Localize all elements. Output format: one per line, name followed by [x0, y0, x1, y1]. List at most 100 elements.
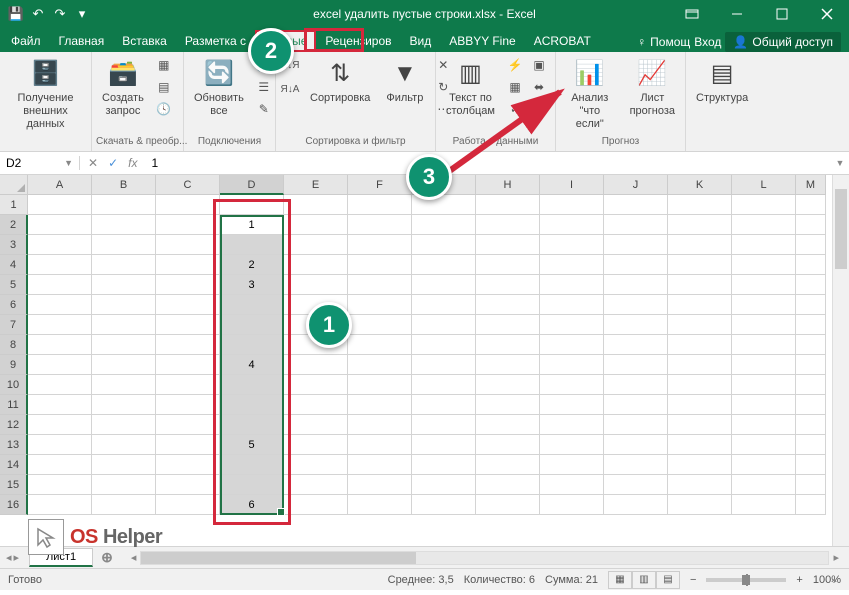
close-icon[interactable]	[804, 0, 849, 28]
row-header[interactable]: 12	[0, 415, 28, 435]
cell[interactable]	[92, 295, 156, 315]
horizontal-scrollbar[interactable]: ◂ ▸	[127, 551, 843, 565]
cell[interactable]	[220, 195, 284, 215]
cell[interactable]	[412, 495, 476, 515]
relationships-icon[interactable]: ⬌	[529, 77, 549, 97]
cell[interactable]: 6	[220, 495, 284, 515]
cell[interactable]	[348, 375, 412, 395]
cell[interactable]	[348, 195, 412, 215]
cell[interactable]	[668, 215, 732, 235]
cell[interactable]	[348, 315, 412, 335]
cell[interactable]	[92, 235, 156, 255]
cell[interactable]	[92, 195, 156, 215]
share-button[interactable]: 👤 Общий доступ	[725, 32, 841, 52]
cell[interactable]	[604, 375, 668, 395]
cell[interactable]	[348, 415, 412, 435]
cell[interactable]	[604, 195, 668, 215]
cell[interactable]	[156, 355, 220, 375]
row-header[interactable]: 7	[0, 315, 28, 335]
consolidate-icon[interactable]: ▣	[529, 55, 549, 75]
cell[interactable]	[476, 275, 540, 295]
cell[interactable]	[604, 395, 668, 415]
cell[interactable]	[92, 355, 156, 375]
cell[interactable]	[796, 315, 826, 335]
cell[interactable]	[220, 235, 284, 255]
cell[interactable]	[796, 295, 826, 315]
cell[interactable]	[668, 295, 732, 315]
formula-expand-icon[interactable]: ▼	[831, 158, 849, 168]
row-header[interactable]: 14	[0, 455, 28, 475]
cell[interactable]	[348, 435, 412, 455]
cell[interactable]	[732, 455, 796, 475]
cell[interactable]	[220, 315, 284, 335]
cell[interactable]	[604, 335, 668, 355]
view-normal-icon[interactable]: ▦	[608, 571, 632, 589]
cell[interactable]	[732, 375, 796, 395]
cell[interactable]	[476, 475, 540, 495]
cell[interactable]	[604, 215, 668, 235]
cell[interactable]	[732, 435, 796, 455]
cell[interactable]	[412, 255, 476, 275]
cell[interactable]	[540, 495, 604, 515]
cell[interactable]	[284, 375, 348, 395]
name-box[interactable]: D2 ▼	[0, 156, 80, 170]
cell[interactable]	[92, 455, 156, 475]
col-header[interactable]: D	[220, 175, 284, 195]
cell[interactable]	[412, 395, 476, 415]
cell[interactable]	[796, 395, 826, 415]
tab-acrobat[interactable]: ACROBAT	[525, 30, 600, 52]
cell[interactable]	[540, 335, 604, 355]
cell[interactable]	[156, 335, 220, 355]
cell[interactable]	[28, 275, 92, 295]
col-header[interactable]: J	[604, 175, 668, 195]
col-header[interactable]: E	[284, 175, 348, 195]
select-all-button[interactable]	[0, 175, 28, 195]
cell[interactable]	[540, 215, 604, 235]
cell[interactable]	[732, 295, 796, 315]
save-icon[interactable]: 💾	[8, 6, 24, 22]
scrollbar-thumb[interactable]	[141, 552, 416, 564]
vertical-scrollbar[interactable]	[832, 175, 849, 546]
cell[interactable]	[476, 455, 540, 475]
from-table-icon[interactable]: ▤	[154, 77, 174, 97]
manage-data-model-icon[interactable]: ◫	[529, 99, 549, 119]
cell[interactable]	[412, 275, 476, 295]
cell[interactable]	[92, 315, 156, 335]
cell[interactable]	[28, 355, 92, 375]
col-header[interactable]: L	[732, 175, 796, 195]
cell[interactable]	[476, 255, 540, 275]
cell[interactable]	[540, 315, 604, 335]
cell[interactable]	[412, 435, 476, 455]
cell[interactable]	[476, 415, 540, 435]
data-validation-icon[interactable]: ✓	[505, 99, 525, 119]
zoom-slider[interactable]	[706, 578, 786, 582]
cell[interactable]	[348, 295, 412, 315]
cell[interactable]	[284, 255, 348, 275]
ribbon-options-icon[interactable]	[669, 0, 714, 28]
row-header[interactable]: 3	[0, 235, 28, 255]
cell[interactable]	[668, 335, 732, 355]
refresh-all-button[interactable]: 🔄 Обновить все	[188, 55, 250, 121]
row-header[interactable]: 13	[0, 435, 28, 455]
cell[interactable]	[476, 315, 540, 335]
cell[interactable]	[412, 315, 476, 335]
cell[interactable]	[668, 375, 732, 395]
col-header[interactable]: A	[28, 175, 92, 195]
cell[interactable]	[28, 495, 92, 515]
cell[interactable]: 2	[220, 255, 284, 275]
formula-input[interactable]: 1	[145, 156, 831, 170]
cell[interactable]	[412, 415, 476, 435]
cell[interactable]	[92, 255, 156, 275]
collapse-ribbon-icon[interactable]: ⌃	[829, 577, 839, 591]
cell[interactable]	[348, 475, 412, 495]
col-header[interactable]: I	[540, 175, 604, 195]
undo-icon[interactable]: ↶	[30, 6, 46, 22]
login-label[interactable]: Вход	[694, 35, 721, 49]
cell[interactable]	[220, 395, 284, 415]
cell[interactable]	[732, 395, 796, 415]
cell[interactable]	[284, 195, 348, 215]
cell[interactable]	[476, 355, 540, 375]
cell[interactable]	[28, 395, 92, 415]
cell[interactable]	[220, 475, 284, 495]
row-header[interactable]: 6	[0, 295, 28, 315]
